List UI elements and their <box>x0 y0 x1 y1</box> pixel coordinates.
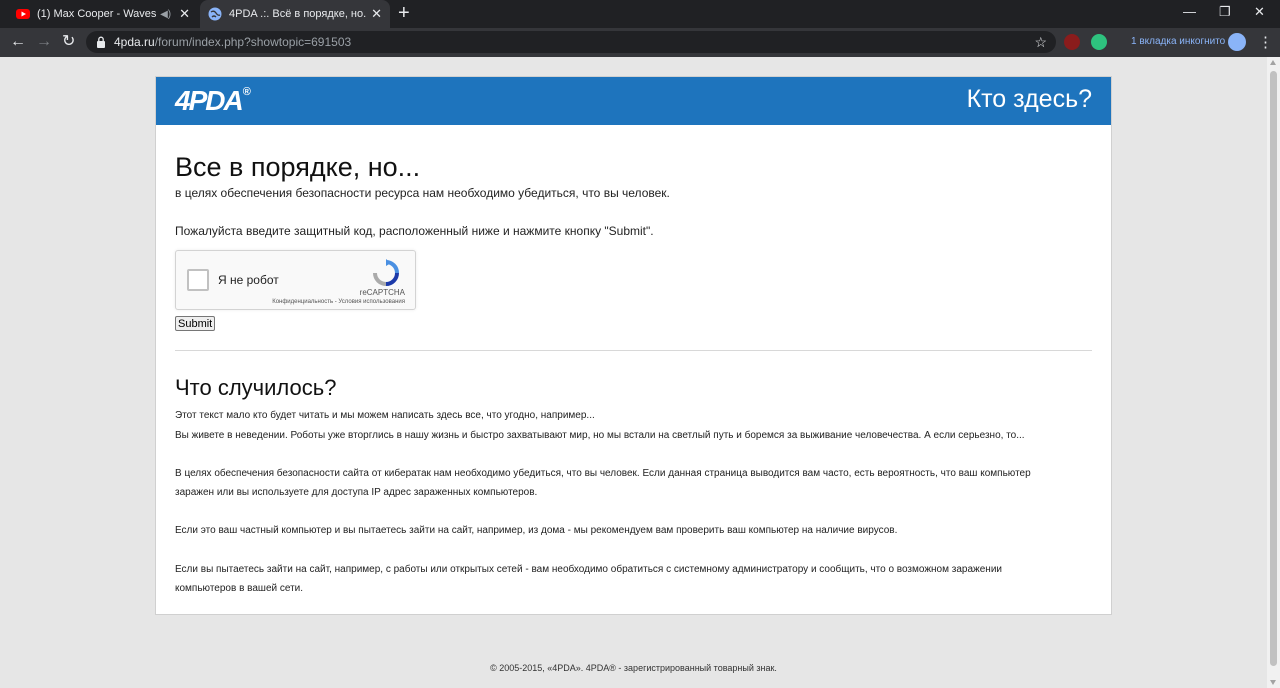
paragraph-1: Этот текст мало кто будет читать и мы мо… <box>175 410 595 421</box>
tab-title: 4PDA .:. Всё в порядке, но... <box>229 8 368 20</box>
divider <box>175 350 1092 351</box>
scroll-up-arrow-icon[interactable] <box>1270 60 1276 65</box>
captcha-label: Я не робот <box>218 273 279 287</box>
address-bar[interactable]: 4pda.ru/forum/index.php?showtopic=691503… <box>86 31 1056 53</box>
not-robot-checkbox[interactable] <box>187 269 209 291</box>
tab-title: (1) Max Cooper - Waves (offi <box>37 8 157 20</box>
audio-playing-icon[interactable]: ◀) <box>160 9 171 20</box>
4pda-logo[interactable]: 4PDA ® <box>175 86 251 116</box>
page-viewport: 4PDA ® Кто здесь? Все в порядке, но... в… <box>0 57 1280 688</box>
close-tab-icon[interactable]: ✕ <box>179 6 190 22</box>
paragraph-5-line-1: Если вы пытаетесь зайти на сайт, наприме… <box>175 564 1002 575</box>
page-scrollbar[interactable] <box>1267 57 1280 688</box>
browser-toolbar: ← → ↻ 4pda.ru/forum/index.php?showtopic=… <box>0 28 1280 57</box>
youtube-icon <box>16 9 30 19</box>
instruction-text: Пожалуйста введите защитный код, располо… <box>175 224 654 238</box>
url-text: 4pda.ru/forum/index.php?showtopic=691503 <box>114 35 352 49</box>
new-tab-icon[interactable]: + <box>398 3 410 23</box>
tab-strip: (1) Max Cooper - Waves (offi ◀) ✕ 4PDA .… <box>0 0 1280 28</box>
menu-kebab-icon[interactable]: ⋮ <box>1258 33 1273 51</box>
logo-registered-mark: ® <box>242 86 251 98</box>
paragraph-4: Если это ваш частный компьютер и вы пыта… <box>175 525 898 536</box>
header-banner: 4PDA ® Кто здесь? <box>156 77 1111 125</box>
scrollbar-thumb[interactable] <box>1270 71 1277 666</box>
paragraph-3-line-2: заражен или вы используете для доступа I… <box>175 487 538 498</box>
close-window-icon[interactable]: ✕ <box>1254 4 1265 20</box>
restore-icon[interactable]: ❐ <box>1219 4 1231 20</box>
paragraph-5-line-2: компьютеров в вашей сети. <box>175 583 304 594</box>
content-card: 4PDA ® Кто здесь? Все в порядке, но... в… <box>155 76 1112 615</box>
logo-text: 4PDA <box>175 85 244 116</box>
forward-arrow-icon[interactable]: → <box>36 33 52 51</box>
close-tab-icon[interactable]: ✕ <box>371 6 382 22</box>
section-title: Что случилось? <box>175 375 337 400</box>
incognito-label[interactable]: 1 вкладка инкогнито <box>1131 36 1225 47</box>
submit-button[interactable]: Submit <box>175 316 216 331</box>
page-title: Все в порядке, но... <box>175 152 421 182</box>
tab-4pda[interactable]: 4PDA .:. Всё в порядке, но... ✕ <box>200 0 390 28</box>
globe-icon <box>208 7 222 21</box>
scroll-down-arrow-icon[interactable] <box>1270 680 1276 685</box>
banner-title: Кто здесь? <box>966 85 1092 113</box>
footer-copyright: © 2005-2015, «4PDA». 4PDA® - зарегистрир… <box>490 663 777 673</box>
extension-icon[interactable] <box>1091 34 1107 50</box>
recaptcha-logo-icon <box>373 259 399 286</box>
reload-icon[interactable]: ↻ <box>62 33 75 51</box>
incognito-icon[interactable] <box>1228 33 1246 51</box>
minimize-icon[interactable]: — <box>1183 4 1196 19</box>
lock-icon[interactable] <box>96 36 106 48</box>
recaptcha-widget: Я не робот reCAPTCHA Конфиденциальность … <box>175 250 416 310</box>
tab-youtube[interactable]: (1) Max Cooper - Waves (offi ◀) ✕ <box>8 0 198 28</box>
ublock-extension-icon[interactable] <box>1064 34 1080 50</box>
paragraph-3-line-1: В целях обеспечения безопасности сайта о… <box>175 468 1031 479</box>
recaptcha-brand: reCAPTCHA <box>359 288 405 297</box>
intro-text: в целях обеспечения безопасности ресурса… <box>175 186 670 200</box>
recaptcha-links[interactable]: Конфиденциальность - Условия использован… <box>272 299 405 305</box>
bookmark-star-icon[interactable]: ☆ <box>1034 34 1047 51</box>
paragraph-2: Вы живете в неведении. Роботы уже вторгл… <box>175 430 1025 441</box>
back-arrow-icon[interactable]: ← <box>10 33 26 51</box>
